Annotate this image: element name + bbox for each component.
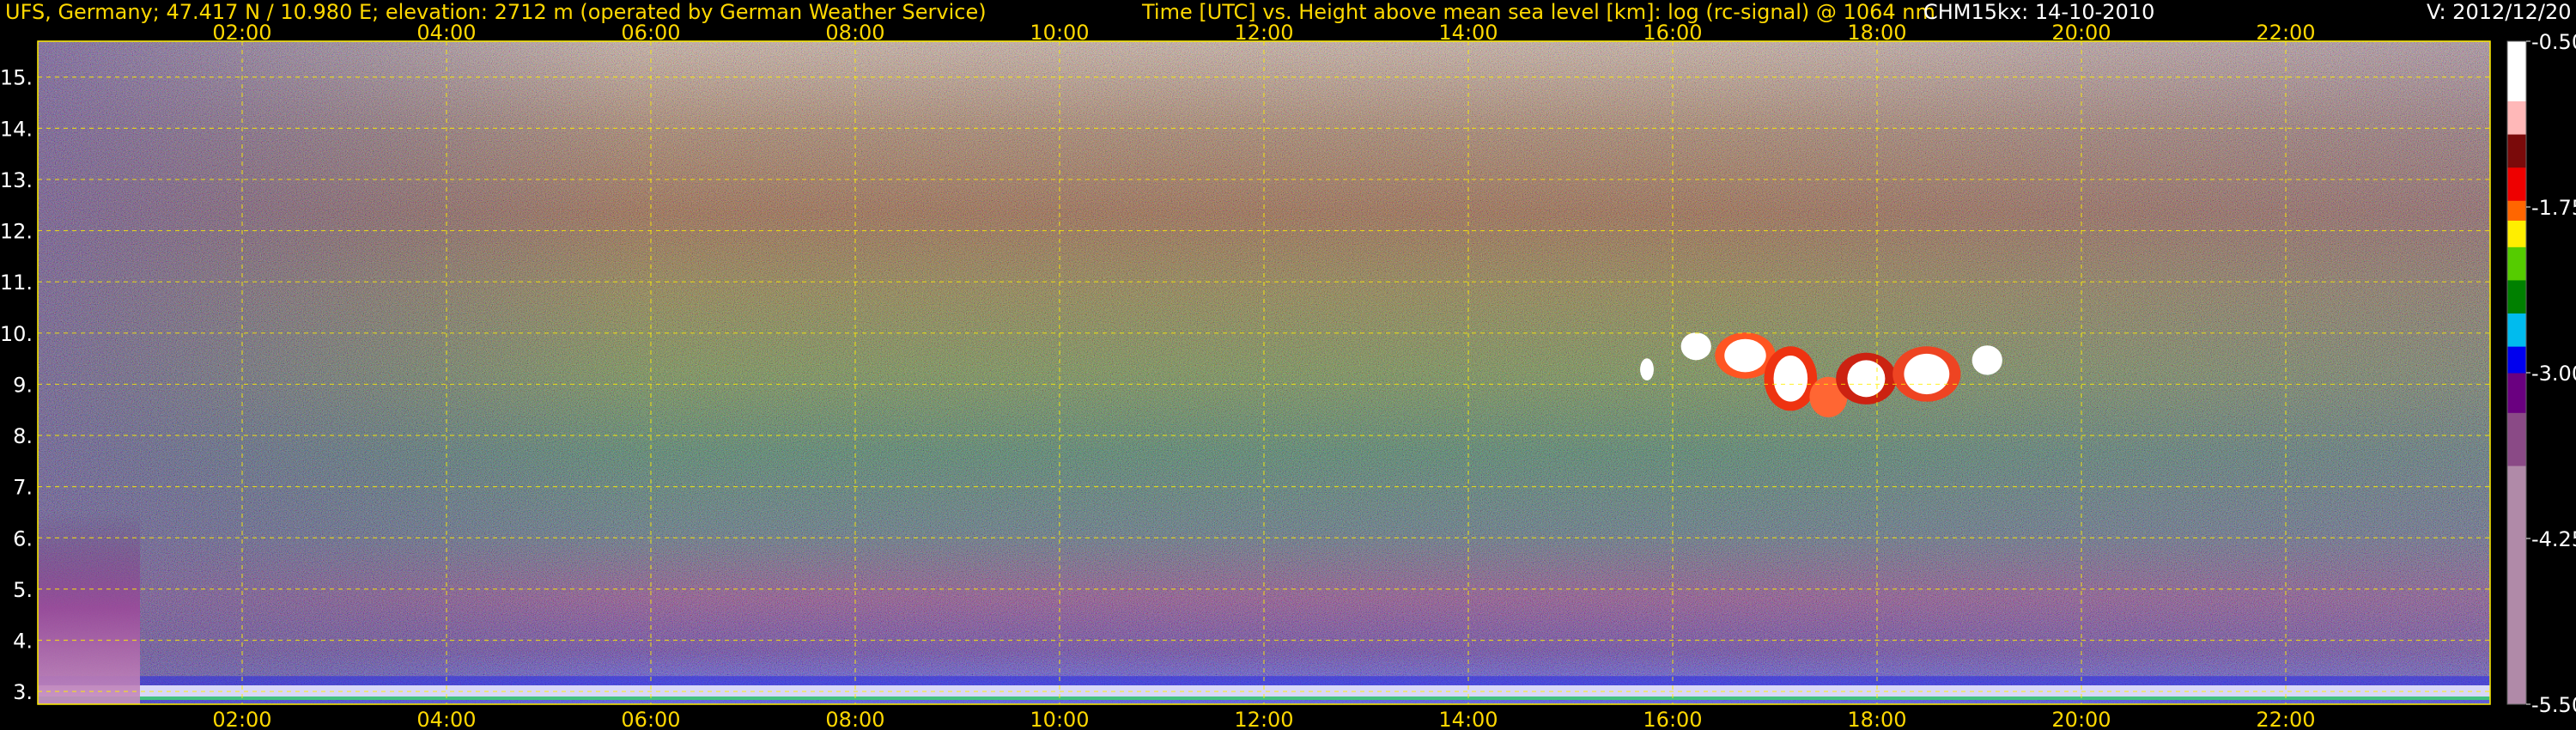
cloud-mark	[1847, 360, 1886, 398]
cloud-mark	[1971, 345, 2002, 375]
x-tick-label-top: 04:00	[416, 21, 476, 45]
x-tick-label-top: 12:00	[1234, 21, 1293, 45]
colorbar-segment	[2507, 544, 2526, 705]
y-tick-label: 14.	[0, 117, 33, 141]
cloud-mark	[1904, 353, 1950, 395]
x-tick-label-top: 02:00	[212, 21, 271, 45]
colorbar-segment	[2507, 465, 2526, 546]
colorbar-tick-label: -4.25	[2531, 527, 2576, 551]
y-tick-label: 3.	[13, 680, 33, 704]
colorbar-segment	[2507, 220, 2526, 247]
colorbar-segment	[2507, 100, 2526, 135]
colorbar-segment	[2507, 167, 2526, 201]
x-tick-label-top: 20:00	[2051, 21, 2111, 45]
colorbar-segment	[2507, 346, 2526, 374]
y-tick-label: 8.	[13, 424, 33, 448]
x-tick-label-bottom: 22:00	[2256, 708, 2315, 730]
y-tick-label: 4.	[13, 629, 33, 653]
early-aerosol-layer-mark	[38, 512, 140, 704]
cloud-mark	[1773, 356, 1808, 402]
colorbar-segment	[2507, 373, 2526, 413]
x-tick-label-top: 18:00	[1847, 21, 1906, 45]
colorbar-tick-label: -3.00	[2531, 362, 2576, 386]
x-tick-label-top: 06:00	[621, 21, 680, 45]
x-tick-label-top: 22:00	[2256, 21, 2315, 45]
y-tick-label: 12.	[0, 220, 33, 244]
y-tick-label: 10.	[0, 322, 33, 346]
x-tick-label-bottom: 16:00	[1643, 708, 1702, 730]
cloud-mark	[1640, 358, 1654, 381]
y-tick-label: 15.	[0, 66, 33, 90]
colorbar	[2506, 40, 2527, 705]
x-tick-label-top: 08:00	[825, 21, 884, 45]
y-tick-label: 9.	[13, 373, 33, 397]
y-tick-label: 7.	[13, 476, 33, 500]
y-tick-label: 13.	[0, 168, 33, 192]
colorbar-segment	[2507, 279, 2526, 314]
colorbar-segment	[2507, 246, 2526, 281]
x-tick-label-bottom: 06:00	[621, 708, 680, 730]
x-tick-label-bottom: 14:00	[1438, 708, 1498, 730]
cloud-mark	[1724, 338, 1766, 373]
colorbar-segment	[2507, 412, 2526, 466]
x-tick-label-bottom: 20:00	[2051, 708, 2111, 730]
y-tick-label: 6.	[13, 526, 33, 551]
y-tick-label: 5.	[13, 578, 33, 602]
colorbar-segment	[2507, 200, 2526, 221]
colorbar-tick-label: -0.50	[2531, 30, 2576, 54]
cloud-mark	[1680, 332, 1711, 361]
x-tick-label-bottom: 12:00	[1234, 708, 1293, 730]
ceilometer-heatmap: 02:00 04:00 06:00 08:00 10:00 12:00 14:00 16:00…	[0, 21, 2576, 730]
signal-noise	[38, 41, 2490, 704]
y-ticks: 3. 4. 5. 6. 7. 8. 9. 10. 11. 12. 13. 14. 15.	[0, 66, 33, 704]
colorbar-segment	[2507, 41, 2526, 101]
x-tick-label-top: 16:00	[1643, 21, 1702, 45]
colorbar-segment	[2507, 313, 2526, 347]
colorbar-ticks: -0.50 -1.75 -3.00 -4.25 -5.50	[2526, 30, 2576, 717]
x-tick-label-top: 10:00	[1030, 21, 1089, 45]
x-tick-label-bottom: 08:00	[825, 708, 884, 730]
colorbar-tick-label: -5.50	[2531, 693, 2576, 717]
x-tick-label-bottom: 10:00	[1030, 708, 1089, 730]
colorbar-segment	[2507, 134, 2526, 168]
y-tick-label: 11.	[0, 271, 33, 295]
x-tick-label-bottom: 04:00	[416, 708, 476, 730]
x-tick-label-bottom: 18:00	[1847, 708, 1906, 730]
x-tick-label-bottom: 02:00	[212, 708, 271, 730]
x-tick-label-top: 14:00	[1438, 21, 1498, 45]
x-ticks-bottom: 02:00 04:00 06:00 08:00 10:00 12:00 14:00 16:00…	[212, 708, 2315, 730]
colorbar-tick-label: -1.75	[2531, 196, 2576, 220]
